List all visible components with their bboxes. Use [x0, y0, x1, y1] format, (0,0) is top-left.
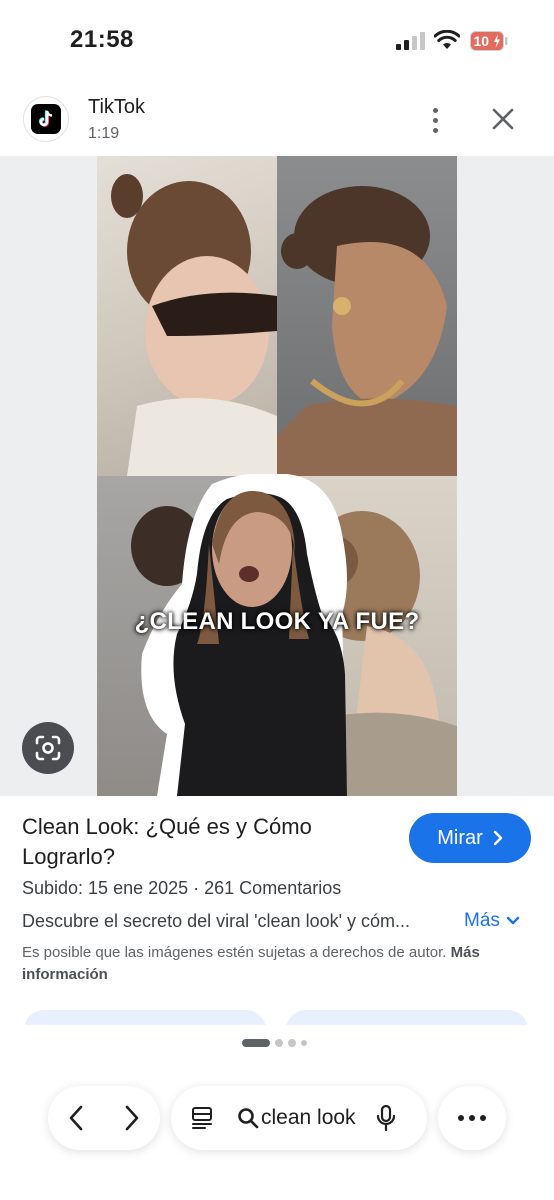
- lens-icon: [35, 735, 61, 761]
- battery-level: 10: [474, 33, 490, 49]
- more-menu-button[interactable]: [438, 1086, 506, 1150]
- tiktok-logo-icon: [23, 96, 69, 142]
- result-details: Clean Look: ¿Qué es y Cómo Lograrlo? Mir…: [0, 796, 554, 1050]
- forward-arrow-icon[interactable]: [122, 1104, 142, 1132]
- copyright-notice: Es posible que las imágenes estén sujeta…: [22, 942, 482, 986]
- copyright-text: Es posible que las imágenes estén sujeta…: [22, 944, 447, 961]
- microphone-icon[interactable]: [376, 1104, 396, 1132]
- watch-button-label: Mirar: [437, 826, 483, 849]
- more-label: Más: [464, 910, 500, 931]
- result-title[interactable]: Clean Look: ¿Qué es y Cómo Lograrlo?: [22, 812, 382, 872]
- watch-button[interactable]: Mirar: [409, 813, 531, 863]
- navigation-pill: [48, 1086, 160, 1150]
- more-options-icon[interactable]: [420, 102, 450, 138]
- search-icon: [238, 1108, 259, 1129]
- battery-icon: 10: [470, 31, 508, 51]
- back-arrow-icon[interactable]: [66, 1104, 86, 1132]
- video-thumbnail[interactable]: ¿CLEAN LOOK YA FUE?: [97, 156, 457, 796]
- thumbnail-panel-top-left: [97, 156, 277, 476]
- thumbnail-caption: ¿CLEAN LOOK YA FUE?: [134, 608, 420, 635]
- lens-search-button[interactable]: [22, 722, 74, 774]
- chevron-down-icon: [506, 916, 520, 925]
- source-header: TikTok 1:19: [0, 84, 554, 156]
- image-preview: ¿CLEAN LOOK YA FUE?: [0, 156, 554, 796]
- more-dots-icon: [458, 1115, 464, 1121]
- status-bar: 21:58 10: [0, 0, 554, 84]
- search-pill[interactable]: clean look: [171, 1086, 427, 1150]
- thumbnail-panel-top-right: [277, 156, 457, 476]
- wifi-icon: [434, 30, 460, 49]
- result-meta: Subido: 15 ene 2025 · 261 Comentarios: [22, 878, 342, 898]
- status-time: 21:58: [70, 26, 134, 53]
- cellular-signal-icon: [396, 32, 425, 50]
- tabs-list-icon[interactable]: [191, 1105, 215, 1131]
- search-query[interactable]: clean look: [261, 1106, 356, 1130]
- chevron-right-icon: [493, 830, 502, 846]
- more-description-button[interactable]: Más: [464, 910, 520, 932]
- pager-dots: [242, 1039, 307, 1047]
- result-description: Descubre el secreto del viral 'clean loo…: [22, 911, 411, 931]
- close-icon[interactable]: [488, 104, 518, 134]
- video-duration: 1:19: [88, 125, 120, 142]
- source-app-name: TikTok: [88, 96, 146, 118]
